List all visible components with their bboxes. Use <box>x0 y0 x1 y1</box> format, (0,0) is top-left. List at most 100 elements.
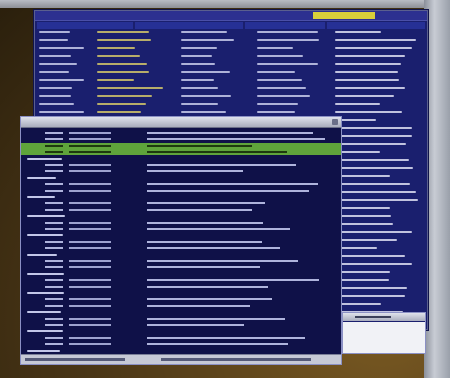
front-log-window[interactable] <box>20 116 342 365</box>
entry-path <box>147 279 319 282</box>
log-entry-row[interactable] <box>21 264 341 270</box>
entry-path <box>147 317 285 320</box>
entry-id <box>45 266 63 269</box>
pane-header-2 <box>135 22 243 29</box>
entry-path <box>147 298 272 301</box>
text-line <box>335 191 416 193</box>
group-label <box>27 157 62 160</box>
entry-path <box>147 240 262 243</box>
text-line <box>97 31 149 33</box>
log-entry-row[interactable] <box>21 130 341 136</box>
text-line <box>181 79 214 81</box>
text-line <box>335 63 401 65</box>
log-entry-row[interactable] <box>21 168 341 174</box>
text-line <box>335 263 412 265</box>
front-window-titlebar[interactable] <box>21 117 341 128</box>
text-line <box>97 55 140 57</box>
log-entry-row[interactable] <box>21 149 341 156</box>
log-entry-row[interactable] <box>21 239 341 245</box>
log-group-header[interactable] <box>21 348 341 354</box>
log-entry-row[interactable] <box>21 220 341 226</box>
entry-id <box>45 138 63 141</box>
entry-date <box>69 132 111 134</box>
log-group-header[interactable] <box>21 213 341 219</box>
log-group-header[interactable] <box>21 328 341 334</box>
text-line <box>39 103 74 105</box>
entry-date <box>69 279 111 282</box>
entry-id <box>45 343 63 346</box>
text-line <box>97 63 147 65</box>
text-line <box>335 47 412 49</box>
entry-id <box>45 260 63 262</box>
group-label <box>27 234 63 237</box>
text-line <box>335 167 413 169</box>
text-line <box>257 31 318 33</box>
text-line <box>97 111 141 113</box>
log-group-header[interactable] <box>21 309 341 315</box>
log-group-header[interactable] <box>21 156 341 162</box>
log-entry-row[interactable] <box>21 341 341 347</box>
log-entry-row[interactable] <box>21 245 341 251</box>
log-entry-row[interactable] <box>21 207 341 213</box>
log-group-header[interactable] <box>21 271 341 277</box>
log-entry-row[interactable] <box>21 303 341 309</box>
entry-date <box>69 304 111 307</box>
text-line <box>335 239 397 241</box>
text-line <box>257 55 303 57</box>
log-entry-row[interactable] <box>21 277 341 283</box>
entry-id <box>45 208 63 211</box>
entry-path <box>147 221 263 224</box>
text-line <box>39 79 84 81</box>
entry-path <box>147 208 252 211</box>
mini-window-titlebar[interactable] <box>343 313 425 321</box>
text-line <box>97 95 152 97</box>
log-group-header[interactable] <box>21 175 341 181</box>
mini-window[interactable] <box>342 312 426 354</box>
text-line <box>97 103 146 105</box>
log-entry-row[interactable] <box>21 181 341 187</box>
entry-date <box>69 343 111 346</box>
close-icon[interactable] <box>332 119 338 125</box>
group-label <box>27 196 55 198</box>
entry-path <box>147 247 280 250</box>
log-entry-row[interactable] <box>21 200 341 206</box>
text-line <box>39 39 68 41</box>
log-group-header[interactable] <box>21 252 341 258</box>
entry-date <box>69 240 111 243</box>
back-window-active-tab[interactable] <box>313 12 375 19</box>
log-entry-row[interactable] <box>21 136 341 142</box>
log-entry-row[interactable] <box>21 162 341 168</box>
log-entry-row[interactable] <box>21 188 341 194</box>
text-line <box>181 87 218 89</box>
log-entry-row[interactable] <box>21 226 341 232</box>
log-group-header[interactable] <box>21 290 341 296</box>
log-group-header[interactable] <box>21 194 341 200</box>
entry-path <box>147 260 298 262</box>
log-entry-row[interactable] <box>21 296 341 302</box>
entry-date <box>69 151 111 154</box>
text-line <box>335 279 389 281</box>
log-entry-row[interactable] <box>21 335 341 341</box>
log-entry-row[interactable] <box>21 316 341 322</box>
entry-path <box>147 132 313 134</box>
log-group-header[interactable] <box>21 232 341 238</box>
text-line <box>97 39 151 41</box>
text-line <box>181 103 218 105</box>
entry-path <box>147 151 287 154</box>
group-label <box>27 330 63 333</box>
entry-id <box>45 298 63 301</box>
text-line <box>335 55 405 57</box>
log-entry-row[interactable] <box>21 142 341 149</box>
entry-path <box>147 189 309 192</box>
entry-path <box>147 170 243 173</box>
status-segment-right <box>161 358 311 361</box>
entry-date <box>69 170 111 173</box>
text-line <box>335 175 390 177</box>
entry-date <box>69 317 111 320</box>
log-entry-row[interactable] <box>21 322 341 328</box>
text-line <box>335 207 390 209</box>
log-entry-row[interactable] <box>21 284 341 290</box>
log-entry-row[interactable] <box>21 258 341 264</box>
entry-id <box>45 144 63 147</box>
back-window-titlebar[interactable] <box>35 11 427 21</box>
